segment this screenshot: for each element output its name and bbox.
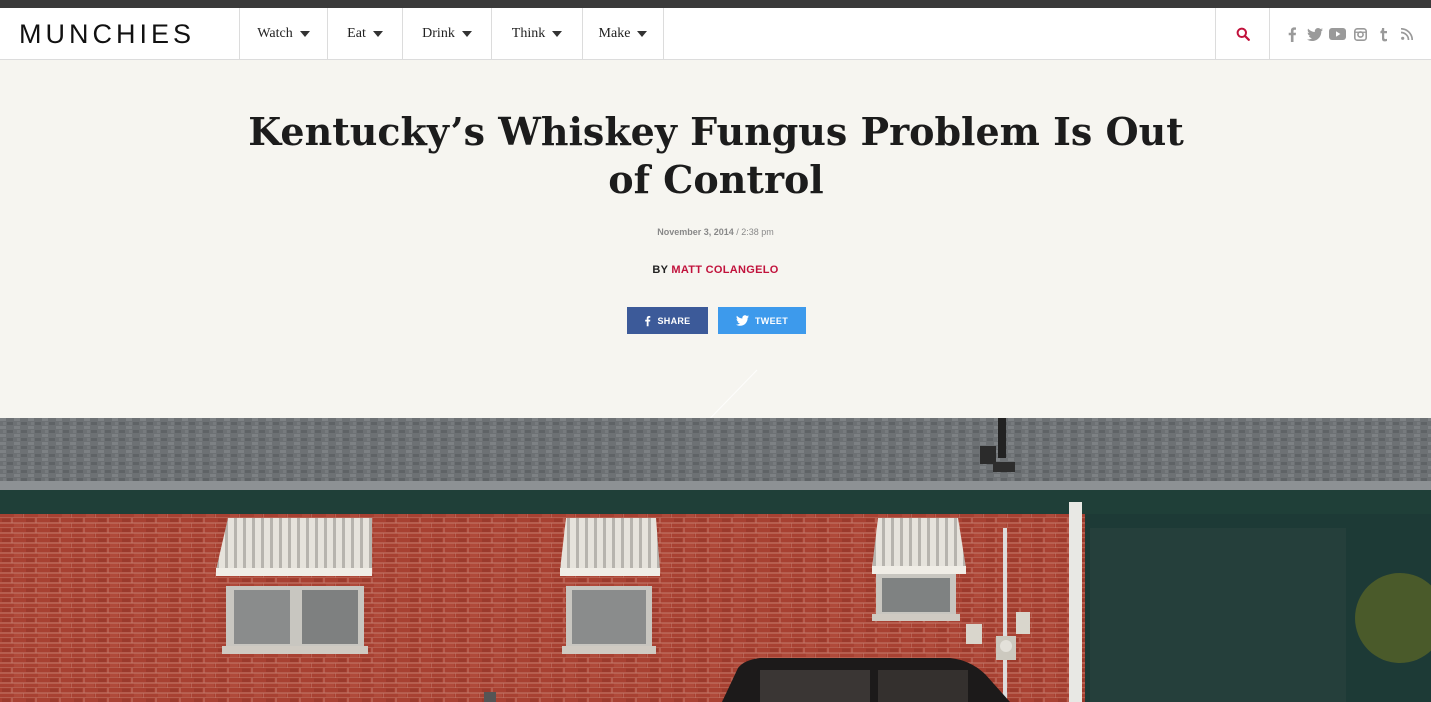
author-link[interactable]: MATT COLANGELO bbox=[671, 264, 778, 276]
search-icon bbox=[1236, 27, 1250, 41]
nav-item-label: Eat bbox=[347, 26, 366, 41]
nav-item-label: Think bbox=[511, 26, 546, 41]
search-button[interactable] bbox=[1215, 8, 1270, 60]
facebook-icon[interactable] bbox=[1283, 26, 1300, 43]
instagram-icon[interactable] bbox=[1352, 26, 1369, 43]
article-date: November 3, 2014 bbox=[657, 227, 734, 237]
nav-item-label: Drink bbox=[422, 26, 455, 41]
nav-item-eat[interactable]: Eat bbox=[327, 8, 402, 60]
article-title: Kentucky’s Whiskey Fungus Problem Is Out… bbox=[248, 109, 1184, 202]
article-byline: BY MATT COLANGELO bbox=[0, 264, 1431, 276]
tumblr-icon[interactable] bbox=[1375, 26, 1392, 43]
nav-item-drink[interactable]: Drink bbox=[402, 8, 491, 60]
top-strip bbox=[0, 0, 1431, 8]
caret-down-icon bbox=[372, 31, 383, 37]
caret-down-icon bbox=[299, 31, 310, 37]
nav-item-watch[interactable]: Watch bbox=[239, 8, 327, 60]
hero-image bbox=[0, 418, 1431, 702]
site-header: MUNCHIES Watch Eat Drink Think Make bbox=[0, 8, 1431, 60]
tweet-button[interactable]: TWEET bbox=[718, 307, 806, 334]
nav-item-label: Make bbox=[598, 26, 631, 41]
twitter-icon bbox=[736, 315, 749, 326]
tweet-label: TWEET bbox=[755, 315, 788, 326]
facebook-share-button[interactable]: SHARE bbox=[627, 307, 708, 334]
social-links bbox=[1283, 8, 1415, 60]
nav-item-make[interactable]: Make bbox=[582, 8, 664, 60]
site-logo[interactable]: MUNCHIES bbox=[19, 19, 195, 49]
share-label: SHARE bbox=[657, 315, 691, 326]
caret-down-icon bbox=[637, 31, 648, 37]
rss-icon[interactable] bbox=[1398, 26, 1415, 43]
caret-down-icon bbox=[552, 31, 563, 37]
byline-prefix: BY bbox=[652, 264, 669, 276]
article-time: / 2:38 pm bbox=[736, 227, 774, 237]
youtube-icon[interactable] bbox=[1329, 26, 1346, 43]
article-dateline: November 3, 2014 / 2:38 pm bbox=[0, 227, 1431, 237]
main-nav: Watch Eat Drink Think Make bbox=[239, 8, 664, 60]
caret-down-icon bbox=[461, 31, 472, 37]
twitter-icon[interactable] bbox=[1306, 26, 1323, 43]
nav-item-think[interactable]: Think bbox=[491, 8, 582, 60]
facebook-icon bbox=[645, 315, 651, 326]
nav-item-label: Watch bbox=[257, 26, 293, 41]
